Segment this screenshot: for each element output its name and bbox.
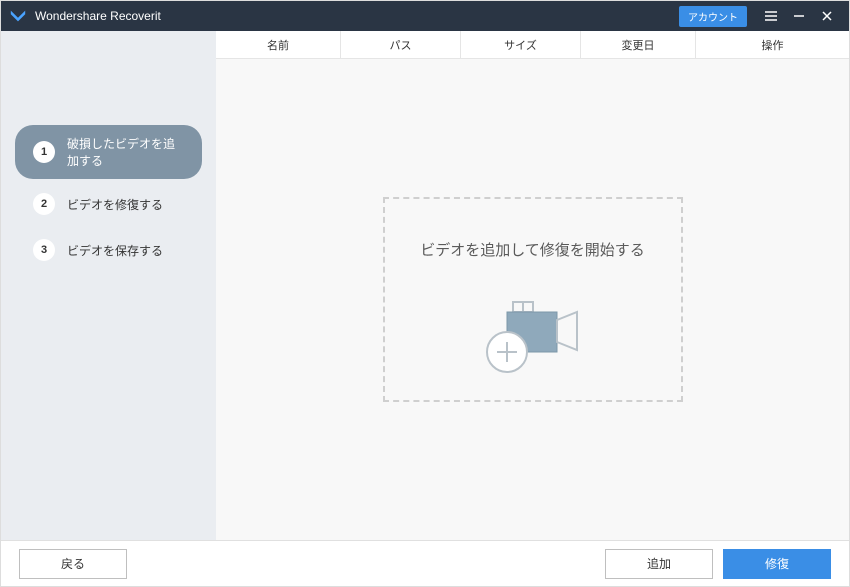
step-add-video[interactable]: 1 破損したビデオを追加する	[15, 125, 202, 179]
step-number: 2	[33, 193, 55, 215]
step-label: ビデオを修復する	[67, 196, 163, 213]
app-title: Wondershare Recoverit	[35, 9, 679, 23]
drop-area: ビデオを追加して修復を開始する	[216, 59, 849, 540]
close-icon[interactable]	[813, 2, 841, 30]
col-path[interactable]: パス	[341, 31, 461, 58]
account-button[interactable]: アカウント	[679, 6, 747, 27]
drop-box[interactable]: ビデオを追加して修復を開始する	[383, 197, 683, 402]
sidebar: 1 破損したビデオを追加する 2 ビデオを修復する 3 ビデオを保存する	[1, 31, 216, 540]
minimize-icon[interactable]	[785, 2, 813, 30]
step-label: 破損したビデオを追加する	[67, 135, 184, 169]
table-header: 名前 パス サイズ 変更日 操作	[216, 31, 849, 59]
col-date[interactable]: 変更日	[581, 31, 696, 58]
step-repair-video[interactable]: 2 ビデオを修復する	[15, 183, 202, 225]
footer: 戻る 追加 修復	[1, 540, 849, 586]
step-number: 1	[33, 141, 55, 163]
add-button[interactable]: 追加	[605, 549, 713, 579]
step-number: 3	[33, 239, 55, 261]
main-panel: 名前 パス サイズ 変更日 操作 ビデオを追加して修復を開始する	[216, 31, 849, 540]
step-save-video[interactable]: 3 ビデオを保存する	[15, 229, 202, 271]
col-op[interactable]: 操作	[696, 31, 849, 58]
app-logo-icon	[9, 7, 27, 25]
menu-icon[interactable]	[757, 2, 785, 30]
back-button[interactable]: 戻る	[19, 549, 127, 579]
col-name[interactable]: 名前	[216, 31, 341, 58]
add-video-icon	[473, 290, 593, 385]
titlebar: Wondershare Recoverit アカウント	[1, 1, 849, 31]
drop-message: ビデオを追加して修復を開始する	[420, 239, 645, 260]
step-label: ビデオを保存する	[67, 242, 163, 259]
repair-button[interactable]: 修復	[723, 549, 831, 579]
col-size[interactable]: サイズ	[461, 31, 581, 58]
